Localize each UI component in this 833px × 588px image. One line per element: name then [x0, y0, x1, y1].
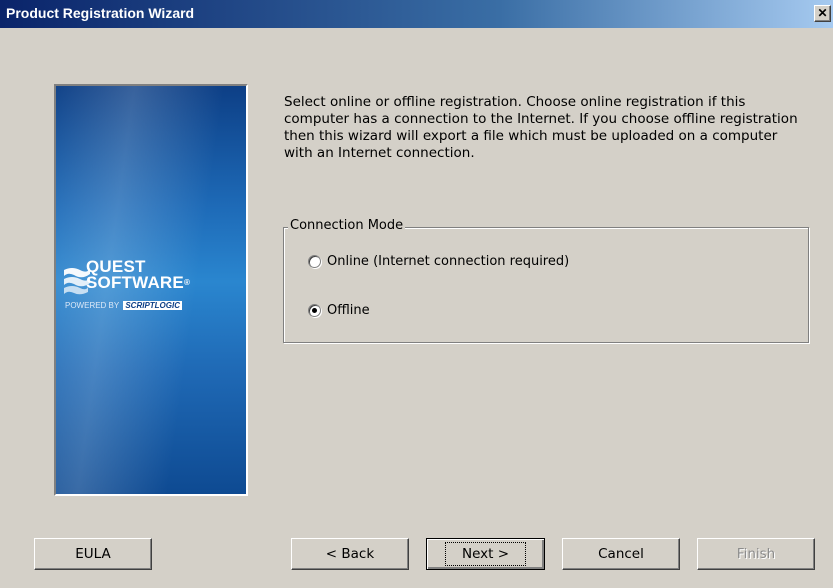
radio-online-label[interactable]: Online (Internet connection required) — [327, 254, 569, 269]
title-bar[interactable]: Product Registration Wizard ✕ — [0, 0, 833, 28]
trademark: ® — [183, 278, 191, 287]
finish-button-label: Finish — [736, 546, 776, 562]
radio-offline-indicator[interactable] — [308, 304, 321, 317]
close-button[interactable]: ✕ — [814, 5, 831, 22]
back-button-label: < Back — [325, 546, 375, 562]
back-button[interactable]: < Back — [291, 538, 409, 570]
close-icon: ✕ — [817, 6, 828, 20]
eula-button[interactable]: EULA — [34, 538, 152, 570]
quest-software-logo: QUEST SOFTWARE® — [86, 258, 191, 292]
scriptlogic-logo: SCRIPTLOGIC — [123, 301, 182, 310]
connection-mode-group: Connection Mode Online (Internet connect… — [283, 218, 809, 343]
connection-mode-legend: Connection Mode — [288, 218, 406, 233]
logo-line2: SOFTWARE — [86, 273, 184, 292]
powered-by-text: POWERED BY — [65, 301, 120, 310]
finish-button: Finish — [697, 538, 815, 570]
radio-online[interactable]: Online (Internet connection required) — [308, 254, 569, 269]
intro-description: Select online or offline registration. C… — [284, 94, 798, 161]
next-button-label: Next > — [444, 542, 527, 566]
radio-online-indicator[interactable] — [308, 255, 321, 268]
next-button[interactable]: Next > — [426, 538, 545, 570]
radio-offline-label[interactable]: Offline — [327, 303, 370, 318]
eula-button-label: EULA — [75, 546, 111, 562]
radio-offline[interactable]: Offline — [308, 303, 370, 318]
wizard-banner-image: QUEST SOFTWARE® POWERED BY SCRIPTLOGIC — [54, 84, 248, 496]
powered-by-label: POWERED BY SCRIPTLOGIC — [65, 301, 182, 310]
cancel-button[interactable]: Cancel — [562, 538, 680, 570]
cancel-button-label: Cancel — [598, 546, 644, 562]
window-title: Product Registration Wizard — [6, 5, 195, 21]
